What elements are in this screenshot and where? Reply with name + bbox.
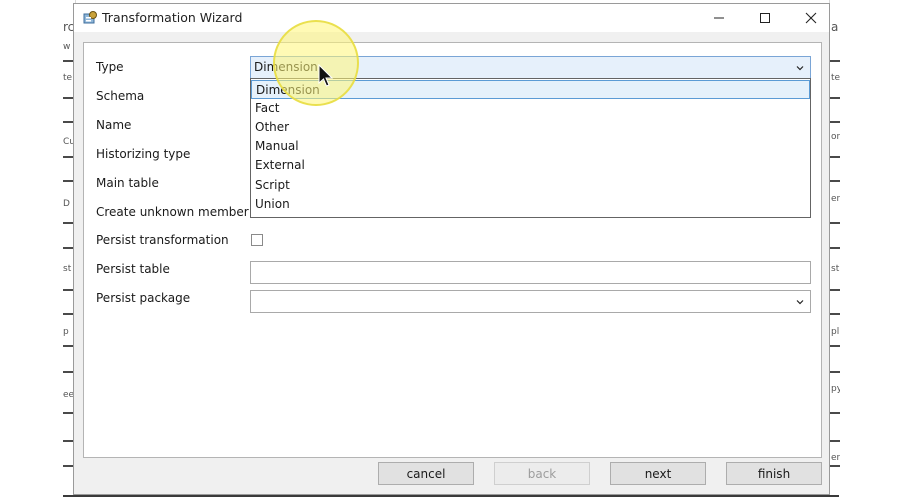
background-text: w: [63, 42, 71, 52]
background-divider: [830, 121, 840, 123]
dropdown-option-dimension[interactable]: Dimension: [251, 80, 810, 99]
background-text: te: [63, 73, 73, 83]
chevron-down-icon: [796, 66, 804, 71]
background-bottom-border: [63, 495, 839, 497]
type-combobox[interactable]: Dimension: [250, 56, 811, 79]
background-divider: [830, 222, 840, 224]
schema-label: Schema: [96, 89, 145, 103]
chevron-down-icon: [796, 300, 804, 305]
maximize-button[interactable]: [742, 4, 788, 32]
transformation-wizard-window: Transformation Wizard Type Schema Name H…: [73, 3, 830, 495]
background-text: te: [831, 73, 840, 83]
mouse-cursor-icon: [318, 64, 334, 87]
next-button[interactable]: next: [610, 462, 706, 485]
dropdown-option-union[interactable]: Union: [251, 195, 810, 214]
type-dropdown-list: Dimension Fact Other Manual External Scr…: [250, 78, 811, 218]
persist-transformation-label: Persist transformation: [96, 233, 229, 247]
persist-package-label: Persist package: [96, 291, 191, 305]
background-divider: [830, 180, 840, 182]
close-icon: [805, 12, 817, 24]
persist-table-input[interactable]: [250, 261, 811, 284]
app-icon: [82, 10, 98, 26]
background-divider: [830, 412, 840, 414]
dropdown-option-other[interactable]: Other: [251, 118, 810, 137]
background-divider: [830, 60, 840, 62]
window-title: Transformation Wizard: [102, 10, 243, 25]
background-text: st: [63, 264, 72, 274]
maximize-icon: [760, 13, 770, 23]
form-panel: Type Schema Name Historizing type Main t…: [83, 42, 822, 458]
background-app-right: a te on en st pl py er: [829, 0, 840, 497]
background-divider: [830, 247, 840, 249]
type-combobox-value: Dimension: [254, 60, 318, 74]
background-text: p: [63, 327, 69, 337]
close-button[interactable]: [788, 4, 834, 32]
background-divider: [830, 313, 840, 315]
finish-button[interactable]: finish: [726, 462, 822, 485]
create-unknown-member-label: Create unknown member: [96, 205, 249, 219]
historizing-type-label: Historizing type: [96, 147, 191, 161]
name-label: Name: [96, 118, 132, 132]
minimize-button[interactable]: [696, 4, 742, 32]
background-divider: [830, 97, 840, 99]
dropdown-option-manual[interactable]: Manual: [251, 137, 810, 156]
cancel-button[interactable]: cancel: [378, 462, 474, 485]
background-divider: [830, 440, 840, 442]
persist-transformation-checkbox[interactable]: [251, 234, 263, 246]
back-button[interactable]: back: [494, 462, 590, 485]
background-divider: [830, 345, 840, 347]
type-label: Type: [96, 60, 124, 74]
minimize-icon: [714, 17, 724, 19]
background-text: D: [63, 199, 70, 209]
background-divider: [830, 156, 840, 158]
persist-package-combobox[interactable]: [250, 290, 811, 313]
dropdown-option-fact[interactable]: Fact: [251, 99, 810, 118]
background-text: en: [831, 194, 840, 204]
persist-table-label: Persist table: [96, 262, 170, 276]
background-text: py: [831, 384, 840, 394]
dropdown-option-external[interactable]: External: [251, 156, 810, 175]
background-text: er: [831, 453, 840, 463]
main-table-label: Main table: [96, 176, 159, 190]
background-divider: [830, 371, 840, 373]
background-divider: [830, 465, 840, 467]
dropdown-option-script[interactable]: Script: [251, 176, 810, 195]
title-bar[interactable]: Transformation Wizard: [74, 4, 829, 32]
background-text: on: [831, 132, 840, 142]
background-divider: [830, 289, 840, 291]
background-text: pl: [831, 327, 840, 337]
background-text: st: [831, 264, 840, 274]
